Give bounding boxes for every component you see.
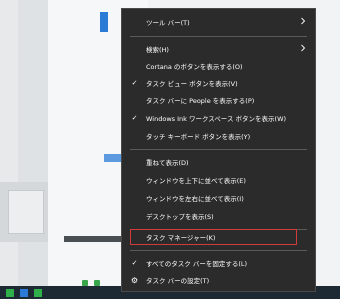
menu-item-windows-ink[interactable]: ✓ Windows Ink ワークスペース ボタンを表示(W): [122, 110, 315, 126]
side-panel-card: [8, 190, 44, 234]
menu-item-task-manager[interactable]: タスク マネージャー(K): [122, 229, 315, 245]
menu-item-taskbar-settings[interactable]: ⚙ タスク バーの設定(T): [122, 272, 315, 288]
menu-item-task-view[interactable]: ✓ タスク ビュー ボタンを表示(V): [122, 75, 315, 91]
taskbar-context-menu: ツール バー(T) 検索(H) Cortana のボタンを表示する(O) ✓ タ…: [121, 8, 316, 292]
gear-icon: ⚙: [130, 275, 139, 285]
chevron-right-icon: [301, 44, 306, 52]
menu-item-lock-taskbars[interactable]: ✓ すべてのタスク バーを固定する(L): [122, 255, 315, 271]
menu-item-label: 重ねて表示(D): [146, 159, 189, 167]
check-icon: ✓: [131, 78, 138, 87]
menu-item-label: ウィンドウを上下に並べて表示(E): [146, 177, 246, 185]
menu-item-search[interactable]: 検索(H): [122, 41, 315, 57]
menu-item-label: ツール バー(T): [146, 19, 190, 27]
menu-item-label: デスクトップを表示(S): [146, 213, 214, 221]
check-icon: ✓: [131, 258, 138, 267]
menu-separator: [130, 149, 307, 150]
menu-item-label: Windows Ink ワークスペース ボタンを表示(W): [146, 115, 287, 123]
menu-item-label: ウィンドウを左右に並べて表示(I): [146, 195, 244, 203]
menu-item-show-desktop[interactable]: デスクトップを表示(S): [122, 208, 315, 224]
chevron-right-icon: [301, 17, 306, 25]
menu-item-cascade[interactable]: 重ねて表示(D): [122, 154, 315, 170]
menu-item-label: タスク バーに People を表示する(P): [146, 97, 255, 105]
menu-item-label: タスク バーの設定(T): [146, 277, 210, 285]
menu-item-people[interactable]: タスク バーに People を表示する(P): [122, 92, 315, 108]
menu-item-touch-keyboard[interactable]: タッチ キーボード ボタンを表示(Y): [122, 128, 315, 144]
menu-item-label: タスク マネージャー(K): [146, 234, 216, 242]
blue-app-icon[interactable]: [20, 289, 28, 297]
menu-item-cortana[interactable]: Cortana のボタンを表示する(O): [122, 58, 315, 74]
menu-item-label: 検索(H): [146, 46, 169, 54]
green-app-icon[interactable]: [34, 289, 42, 297]
menu-item-label: すべてのタスク バーを固定する(L): [146, 260, 248, 268]
menu-item-side-by-side[interactable]: ウィンドウを左右に並べて表示(I): [122, 190, 315, 206]
menu-item-label: タッチ キーボード ボタンを表示(Y): [146, 133, 251, 141]
window-scroll-column: [18, 0, 48, 299]
menu-separator: [130, 36, 307, 37]
menu-separator: [130, 250, 307, 251]
blue-accent: [100, 12, 108, 32]
green-app-icon[interactable]: [6, 289, 14, 297]
menu-item-toolbars[interactable]: ツール バー(T): [122, 14, 315, 30]
menu-item-label: Cortana のボタンを表示する(O): [146, 63, 243, 71]
menu-item-label: タスク ビュー ボタンを表示(V): [146, 80, 238, 88]
menu-item-stacked[interactable]: ウィンドウを上下に並べて表示(E): [122, 172, 315, 188]
check-icon: ✓: [131, 113, 138, 122]
